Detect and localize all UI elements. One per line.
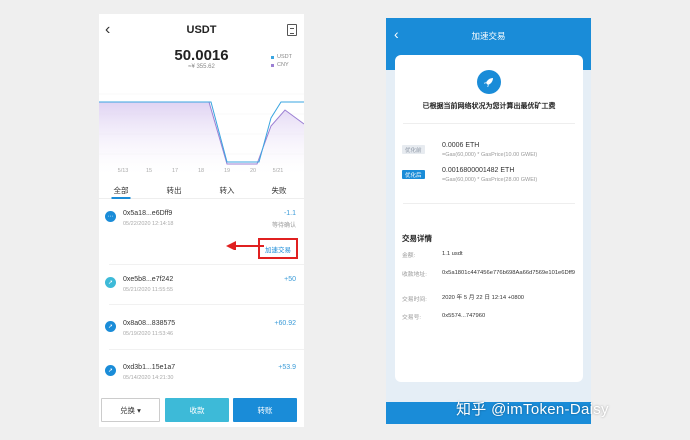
before-formula: =Gas(60,000) * GasPrice(10.00 GWEI) (442, 152, 538, 158)
divider (109, 349, 304, 350)
divider (109, 304, 304, 305)
tx-address: 0x5a18...e6Dff9 (123, 210, 173, 217)
divider (403, 203, 575, 204)
list-item[interactable]: ➚ 0x8a08...838575 05/19/2020 11:53:46 +6… (99, 319, 304, 343)
page-title: USDT (186, 24, 217, 36)
fee-headline: 已根据当前网络状况为您计算出最优矿工费 (422, 103, 556, 110)
after-value: 0.0016800001482 ETH (442, 167, 515, 174)
tab-incoming[interactable]: 转入 (220, 185, 235, 196)
page-title: 加速交易 (471, 31, 506, 41)
tx-filter-tabs: 全部 转出 转入 失败 (99, 179, 304, 199)
fee-before: 优化前 0.0006 ETH =Gas(60,000) * GasPrice(1… (402, 142, 577, 166)
tx-date: 05/14/2020 14:21:30 (123, 375, 174, 381)
wallet-screen: ‹ USDT 50.0016 ≈¥ 355.62 USDT CNY 5/13 1… (99, 14, 304, 427)
tab-all[interactable]: 全部 (111, 185, 131, 199)
x-axis: 5/13 15 17 18 19 20 5/21 (99, 168, 304, 178)
receive-icon: ➚ (105, 365, 116, 376)
tx-date: 05/21/2020 11:55:55 (123, 287, 174, 293)
tx-amount: -1.1 (283, 210, 296, 217)
chart-legend: USDT CNY (271, 53, 292, 69)
receive-icon: ➚ (105, 321, 116, 332)
divider (403, 123, 575, 124)
rocket-icon (477, 70, 501, 94)
tx-amount: +53.9 (278, 364, 296, 371)
before-tag: 优化前 (402, 145, 425, 154)
tx-address: 0x8a08...838575 (123, 320, 176, 327)
tx-status: 等待确认 (271, 223, 296, 229)
fee-card: 已根据当前网络状况为您计算出最优矿工费 优化前 0.0006 ETH =Gas(… (395, 55, 583, 382)
x-tick: 20 (249, 168, 257, 174)
tx-amount: +60.92 (274, 320, 296, 327)
tx-address: 0xe5b8...e7f242 (123, 276, 174, 283)
more-icon: ⋯ (105, 211, 116, 222)
after-tag: 优化后 (402, 170, 425, 179)
action-bar: 兑换 ▾ 收款 转账 (99, 398, 304, 424)
tx-date: 05/19/2020 11:53:46 (123, 331, 174, 337)
watermark: 知乎 @imToken-Daisy (456, 401, 609, 418)
x-tick: 19 (223, 168, 231, 174)
arrow-icon (226, 241, 264, 250)
x-tick: 5/21 (272, 168, 284, 174)
legend-usdt: USDT (271, 53, 292, 61)
receive-button[interactable]: 收款 (165, 398, 229, 422)
divider (109, 264, 304, 265)
tx-date: 05/22/2020 12:14:18 (123, 221, 174, 227)
receive-icon: ➚ (105, 277, 116, 288)
tab-failed[interactable]: 失败 (272, 185, 287, 196)
x-tick: 5/13 (117, 168, 129, 174)
before-value: 0.0006 ETH (442, 142, 480, 149)
details-title: 交易详情 (402, 234, 432, 243)
speed-up-screen: ‹ 加速交易 已根据当前网络状况为您计算出最优矿工费 优化前 0.0006 ET… (386, 18, 591, 424)
list-item[interactable]: ⋯ 0x5a18...e6Dff9 05/22/2020 12:14:18 -1… (99, 209, 304, 233)
send-button[interactable]: 转账 (233, 398, 297, 422)
tx-amount: +50 (284, 276, 296, 283)
fee-after[interactable]: 优化后 0.0016800001482 ETH =Gas(60,000) * G… (402, 167, 577, 191)
x-tick: 15 (145, 168, 153, 174)
x-tick: 18 (197, 168, 205, 174)
x-tick: 17 (171, 168, 179, 174)
list-item[interactable]: ➚ 0xe5b8...e7f242 05/21/2020 11:55:55 +5… (99, 275, 304, 299)
chevron-down-icon: ▾ (137, 405, 141, 415)
header: ‹ USDT (99, 14, 304, 46)
legend-cny: CNY (271, 61, 292, 69)
chart-area (99, 102, 304, 174)
tab-outgoing[interactable]: 转出 (167, 185, 182, 196)
price-chart (99, 93, 304, 174)
list-item[interactable]: ➚ 0xd3b1...15e1a7 05/14/2020 14:21:30 +5… (99, 363, 304, 387)
after-formula: =Gas(60,000) * GasPrice(28.00 GWEI) (442, 177, 538, 183)
tx-address: 0xd3b1...15e1a7 (123, 364, 176, 371)
document-icon[interactable] (287, 24, 297, 36)
exchange-button[interactable]: 兑换 ▾ (101, 398, 160, 422)
